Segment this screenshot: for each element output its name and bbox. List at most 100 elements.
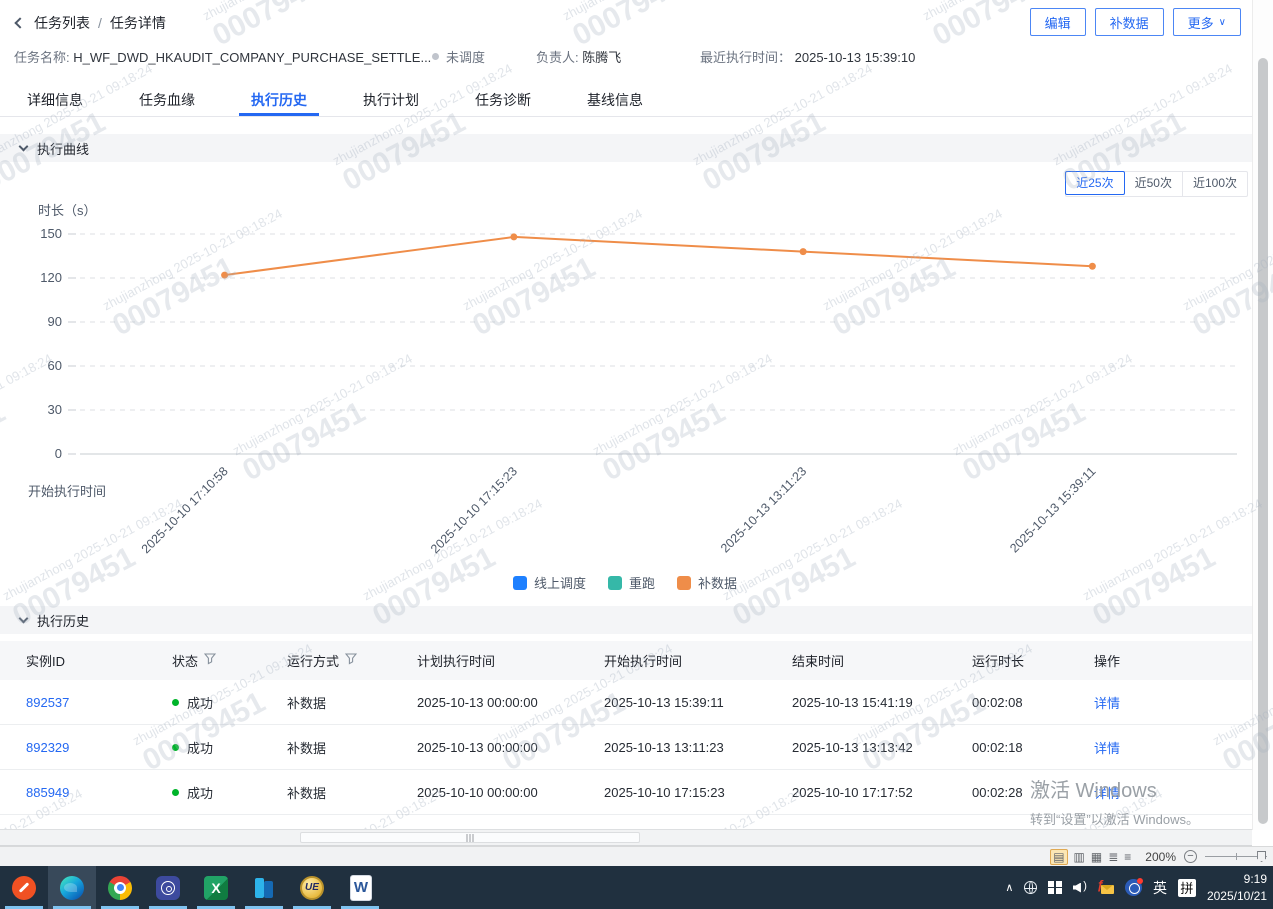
notification-app-icon[interactable] [1125,879,1142,896]
end-time-cell: 2025-10-13 15:41:19 [792,695,972,710]
svg-text:90: 90 [48,314,62,329]
zoom-out-button[interactable]: − [1184,850,1197,863]
more-button[interactable]: 更多∨ [1173,8,1241,36]
legend-swatch-icon [513,576,527,590]
web-layout-view-icon[interactable]: ▦ [1091,850,1102,864]
column-label: 状态 [172,651,198,670]
taskbar-app-ultraedit[interactable]: UE [288,866,336,909]
watermark-id-text: 00079451 [567,0,760,53]
last-run-time: 最近执行时间： 2025-10-13 15:39:10 [700,47,915,66]
print-layout-view-icon[interactable]: ▤ [1050,849,1067,865]
breadcrumb-separator: / [98,15,102,31]
edit-button[interactable]: 编辑 [1030,8,1086,36]
section-execution-history[interactable]: 执行历史 [0,606,1252,634]
horizontal-scrollbar[interactable] [0,829,1252,846]
speaker-icon[interactable] [1073,882,1087,894]
taskbar-app-chat[interactable] [144,866,192,909]
read-mode-view-icon[interactable]: ▥ [1074,850,1085,864]
draft-view-icon[interactable]: ≡ [1124,850,1131,864]
instance-id-link[interactable]: 892329 [26,740,172,755]
breadcrumb: 任务列表 / 任务详情 [16,13,166,33]
outline-view-icon[interactable]: ≣ [1108,850,1118,864]
tab-diagnosis[interactable]: 任务诊断 [475,84,531,116]
status-text: 成功 [187,693,213,712]
zoom-slider-thumb[interactable] [1257,851,1266,862]
svg-text:150: 150 [40,226,62,241]
taskbar-app-flag[interactable] [240,866,288,909]
chrome-browser-icon [108,876,132,900]
zoom-level[interactable]: 200% [1145,850,1176,864]
column-label: 计划执行时间 [417,651,495,670]
detail-link[interactable]: 详情 [1094,738,1252,757]
clock[interactable]: 9:19 2025/10/21 [1207,871,1267,903]
tab-lineage[interactable]: 任务血缘 [139,84,195,116]
section-execution-curve[interactable]: 执行曲线 [0,134,1252,162]
detail-link[interactable]: 详情 [1094,693,1252,712]
taskbar-app-pen-launcher[interactable] [0,866,48,909]
legend-item[interactable]: 补数据 [677,573,737,592]
back-chevron-icon[interactable] [14,17,25,28]
schedule-status: 未调度 [432,47,485,66]
tab-details[interactable]: 详细信息 [27,84,83,116]
svg-text:30: 30 [48,402,62,417]
vertical-scrollbar-thumb[interactable] [1258,58,1268,824]
windows-app-icon[interactable] [1048,881,1062,895]
column-header-duration: 运行时长 [972,651,1094,670]
detail-link[interactable]: 详情 [1094,783,1252,802]
instance-id-link[interactable]: 885949 [26,785,172,800]
table-row: 892329成功补数据2025-10-13 00:00:002025-10-13… [0,725,1252,770]
legend-item[interactable]: 重跑 [608,573,655,592]
filter-funnel-icon[interactable] [204,653,216,668]
tab-plan[interactable]: 执行计划 [363,84,419,116]
instance-id-link[interactable]: 892537 [26,695,172,710]
column-label: 结束时间 [792,651,844,670]
patch-data-button[interactable]: 补数据 [1095,8,1164,36]
collapse-chevron-icon [19,142,29,152]
legend-label: 线上调度 [534,573,586,592]
taskbar-app-excel[interactable]: X [192,866,240,909]
section-title: 执行曲线 [37,139,89,158]
range-button-last50[interactable]: 近50次 [1125,172,1183,196]
run-mode-cell: 补数据 [287,693,417,712]
horizontal-scrollbar-thumb[interactable] [300,832,640,843]
taskbar-apps: X UE W [0,866,384,909]
taskbar-app-edge[interactable] [48,866,96,909]
status-cell: 成功 [172,693,287,712]
column-header-run-mode: 运行方式 [287,651,417,670]
ime-pinyin-indicator[interactable]: 拼 [1178,879,1196,897]
status-text: 成功 [187,738,213,757]
column-header-plan-time: 计划执行时间 [417,651,604,670]
taskbar-app-chrome[interactable] [96,866,144,909]
status-text: 成功 [187,783,213,802]
filter-funnel-icon[interactable] [345,653,357,668]
vertical-scrollbar[interactable] [1252,0,1273,830]
success-dot-icon [172,699,179,706]
tab-baseline[interactable]: 基线信息 [587,84,643,116]
svg-text:60: 60 [48,358,62,373]
section-title: 执行历史 [37,611,89,630]
watermark-tile: zhujianzhong 2025-10-21 09:18:2400079451 [560,0,760,53]
ime-language-indicator[interactable]: 英 [1153,878,1167,898]
range-button-last100[interactable]: 近100次 [1183,172,1247,196]
network-globe-icon[interactable] [1024,881,1037,894]
tray-expand-chevron-icon[interactable]: ∧ [1005,881,1013,894]
plan-time-cell: 2025-10-13 00:00:00 [417,695,604,710]
x-axis-title: 开始执行时间 [28,481,106,500]
scrollbar-grip-icon [467,834,474,842]
column-label: 开始执行时间 [604,651,682,670]
tab-history[interactable]: 执行历史 [251,84,307,116]
column-header-instance-id: 实例ID [26,651,172,670]
legend-swatch-icon [677,576,691,590]
svg-text:2025-10-13 13:11:23: 2025-10-13 13:11:23 [718,464,809,555]
taskbar-app-word[interactable]: W [336,866,384,909]
table-row: 885949成功补数据2025-10-10 00:00:002025-10-10… [0,770,1252,815]
tray-date: 2025/10/21 [1207,888,1267,904]
legend-item[interactable]: 线上调度 [513,573,586,592]
status-cell: 成功 [172,738,287,757]
zoom-slider[interactable] [1205,856,1267,857]
table-body: 892537 成功 补数据2025-10-13 00:00:00 2025-10-13… [0,680,1252,815]
foxmail-icon[interactable]: ƒ [1098,881,1114,894]
breadcrumb-task-list[interactable]: 任务列表 [34,13,90,33]
start-time-cell: 2025-10-10 17:15:23 [604,785,792,800]
range-button-last25[interactable]: 近25次 [1065,171,1124,195]
